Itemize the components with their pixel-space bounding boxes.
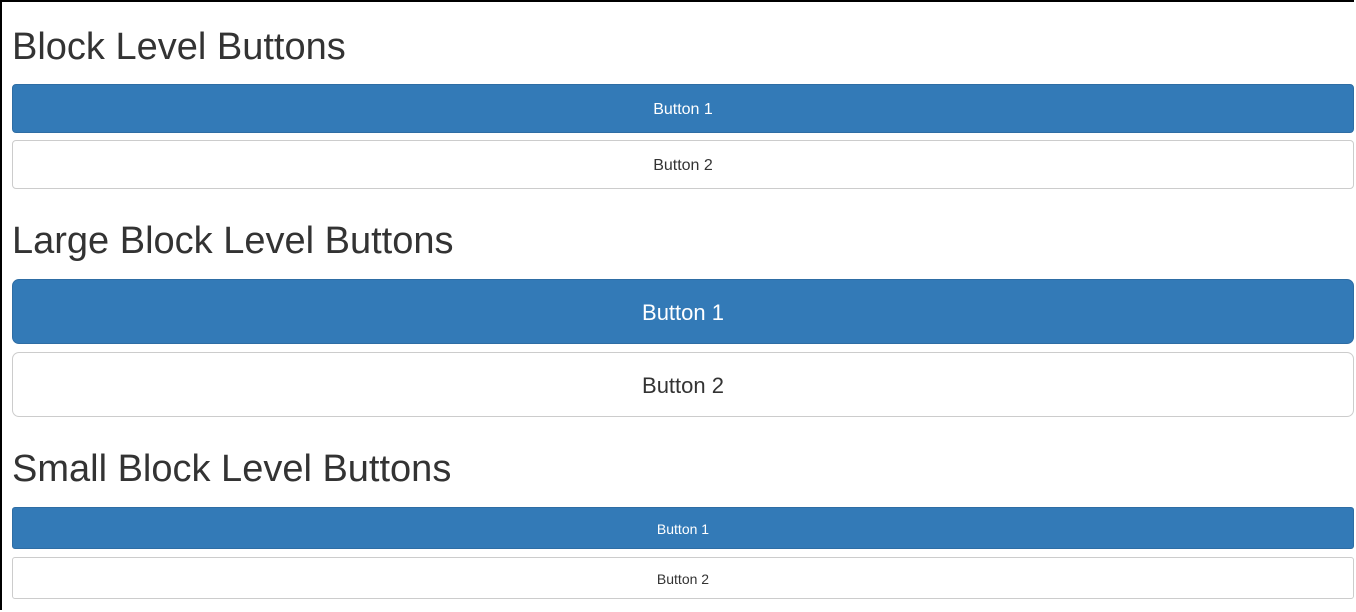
heading-small-block-level-buttons: Small Block Level Buttons — [12, 448, 452, 490]
large-block-default-button-2[interactable]: Button 2 — [12, 352, 1354, 417]
small-block-primary-button-1[interactable]: Button 1 — [12, 507, 1354, 549]
heading-block-level-buttons: Block Level Buttons — [12, 26, 346, 68]
heading-large-block-level-buttons: Large Block Level Buttons — [12, 220, 454, 262]
large-block-primary-button-1[interactable]: Button 1 — [12, 279, 1354, 344]
small-block-default-button-2[interactable]: Button 2 — [12, 557, 1354, 599]
block-primary-button-1[interactable]: Button 1 — [12, 84, 1354, 133]
block-default-button-2[interactable]: Button 2 — [12, 140, 1354, 189]
